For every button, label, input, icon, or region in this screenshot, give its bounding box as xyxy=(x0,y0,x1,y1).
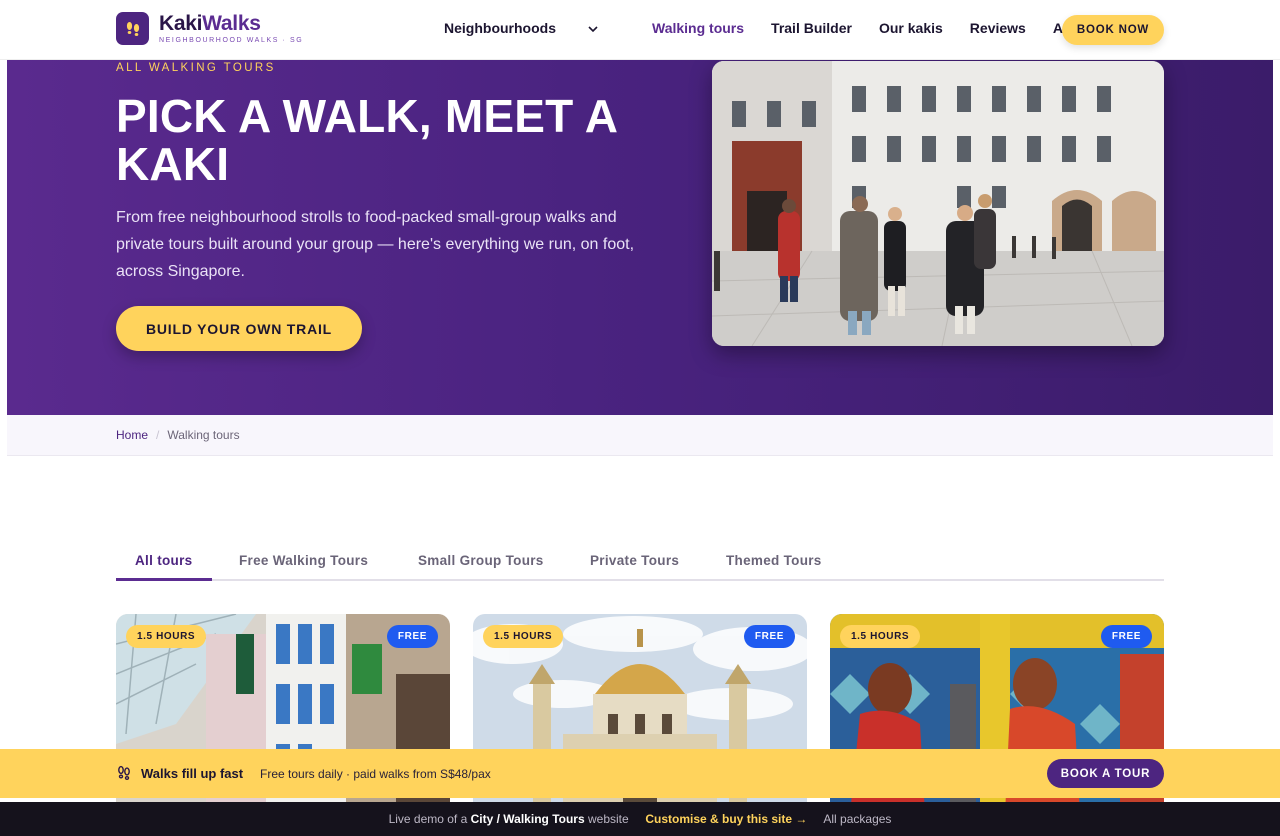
price-badge: FREE xyxy=(1100,625,1152,648)
hero-eyebrow: ALL WALKING TOURS xyxy=(116,62,276,74)
duration-badge: 1.5 HOURS xyxy=(126,625,207,648)
nav-walking-tours[interactable]: Walking tours xyxy=(652,20,744,36)
breadcrumb-current: Walking tours xyxy=(167,428,240,442)
nav-our-kakis[interactable]: Our kakis xyxy=(879,20,943,36)
brand-logo[interactable]: KakiWalks NEIGHBOURHOOD WALKS · SG xyxy=(116,12,303,45)
nav-reviews[interactable]: Reviews xyxy=(970,20,1026,36)
site-header: KakiWalks NEIGHBOURHOOD WALKS · SG Neigh… xyxy=(0,0,1280,60)
customise-link[interactable]: Customise & buy this site → xyxy=(645,812,807,826)
sticky-subtitle: Free tours daily · paid walks from S$48/… xyxy=(260,767,491,781)
tab-private-tours[interactable]: Private Tours xyxy=(590,553,679,568)
tour-filter-tabs: All tours Free Walking Tours Small Group… xyxy=(116,546,1164,581)
all-packages-link[interactable]: All packages xyxy=(823,812,891,826)
active-tab-indicator xyxy=(116,578,212,581)
duration-badge: 1.5 HOURS xyxy=(840,625,921,648)
breadcrumb-separator: / xyxy=(156,428,160,442)
nav-trail-builder[interactable]: Trail Builder xyxy=(771,20,852,36)
demo-site-type: City / Walking Tours xyxy=(470,812,585,826)
book-a-tour-button[interactable]: BOOK A TOUR xyxy=(1047,759,1164,788)
main-nav: Neighbourhoods Walking tours Trail Build… xyxy=(444,20,1120,36)
hero-description: From free neighbourhood strolls to food-… xyxy=(116,209,635,280)
duration-badge: 1.5 HOURS xyxy=(483,625,564,648)
footprints-icon xyxy=(116,765,132,784)
breadcrumb: Home / Walking tours xyxy=(116,428,240,442)
tab-all-tours[interactable]: All tours xyxy=(135,553,192,568)
price-badge: FREE xyxy=(743,625,795,648)
sticky-title: Walks fill up fast xyxy=(141,766,244,781)
hero-title: PICK A WALK, MEET A KAKI xyxy=(116,90,617,190)
demo-prefix: Live demo of a xyxy=(388,812,468,826)
demo-bar-text: Live demo of a City / Walking Tours webs… xyxy=(0,812,1280,826)
price-badge: FREE xyxy=(386,625,438,648)
brand-name: KakiWalks xyxy=(159,12,261,35)
brand-tagline: NEIGHBOURHOOD WALKS · SG xyxy=(159,37,304,44)
demo-suffix: website xyxy=(587,812,629,826)
breadcrumb-home[interactable]: Home xyxy=(116,428,148,442)
tab-free-walking-tours[interactable]: Free Walking Tours xyxy=(239,553,368,568)
footprints-icon xyxy=(116,12,149,45)
tab-themed-tours[interactable]: Themed Tours xyxy=(726,553,822,568)
build-trail-button[interactable]: BUILD YOUR OWN TRAIL xyxy=(116,306,362,351)
nav-neighbourhoods[interactable]: Neighbourhoods xyxy=(444,20,625,36)
book-now-button[interactable]: BOOK NOW xyxy=(1062,15,1164,45)
tab-small-group-tours[interactable]: Small Group Tours xyxy=(418,553,544,568)
chevron-down-icon xyxy=(588,25,598,36)
hero-photo xyxy=(712,61,1164,346)
